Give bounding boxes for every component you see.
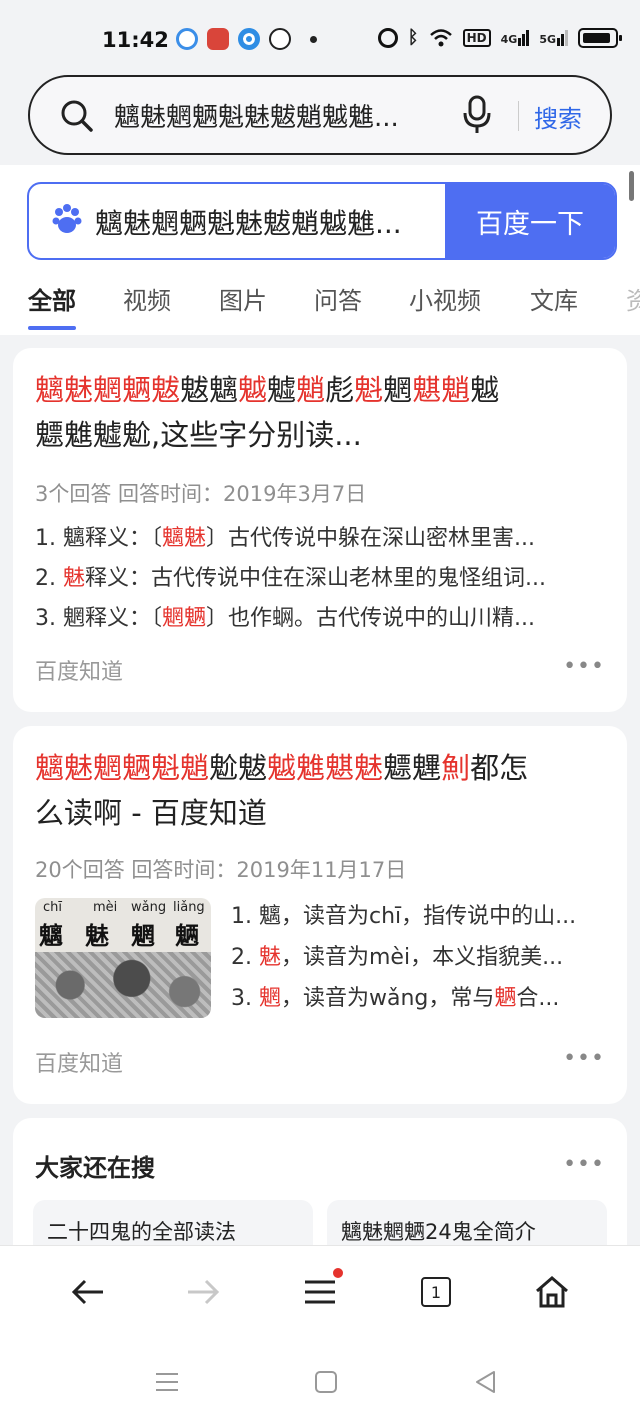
baidu-paw-icon <box>52 204 82 233</box>
search-divider <box>518 101 519 131</box>
status-bar: 11:42 ᛒ HD 4G 5G <box>0 0 640 80</box>
result-meta: 20个回答 回答时间：2019年11月17日 <box>35 858 407 882</box>
result-source[interactable]: 百度知道 <box>35 1046 123 1078</box>
more-notification-dot <box>310 35 317 43</box>
browser-search-input[interactable]: 魑魅魍魉魁魅魃魈魆魋... <box>114 97 434 134</box>
tab-library[interactable]: 文库 <box>530 281 578 316</box>
answer-line: 1. 魑释义：〔魑魅〕古代传说中躲在深山密林里害... <box>35 526 535 551</box>
title-highlight: 魑魅魍魉魃 <box>35 373 181 407</box>
more-options-icon[interactable]: ••• <box>563 1152 605 1177</box>
signal-4g-icon: 4G <box>501 29 530 46</box>
more-options-icon[interactable]: ••• <box>563 1046 605 1071</box>
bluetooth-icon: ᛒ <box>407 27 419 48</box>
alarm-icon <box>377 27 398 48</box>
home-button[interactable] <box>532 1272 572 1312</box>
tab-count-icon: 1 <box>421 1277 451 1307</box>
related-chip[interactable]: 二十四鬼的全部读法 <box>33 1200 313 1245</box>
result-tabs: 全部 视频 图片 问答 小视频 文库 资 <box>0 281 640 333</box>
menu-button[interactable] <box>300 1268 343 1312</box>
tab-qa[interactable]: 问答 <box>314 281 362 316</box>
menu-icon <box>305 1280 335 1304</box>
related-title: 大家还在搜 <box>35 1154 155 1182</box>
forward-button[interactable] <box>183 1272 223 1312</box>
app-notification-icon <box>176 28 198 50</box>
notification-icons <box>176 28 317 50</box>
tab-all[interactable]: 全部 <box>28 281 76 330</box>
chat-notification-icon <box>269 28 291 50</box>
related-searches: 大家还在搜 ••• 二十四鬼的全部读法 魑魅魍魉24鬼全简介 <box>13 1118 627 1245</box>
browser-search-bar[interactable]: 魑魅魍魉魁魅魃魈魆魋... 搜索 <box>28 75 612 155</box>
back-button[interactable] <box>68 1272 108 1312</box>
signal-5g-icon: 5G <box>539 29 568 46</box>
result-title[interactable]: 魑魅魍魉魁魈魀魃魆魋魌魅魒魓魝都怎 么读啊 - 百度知道 <box>35 746 605 836</box>
result-source[interactable]: 百度知道 <box>35 654 123 686</box>
more-options-icon[interactable]: ••• <box>563 654 605 679</box>
tab-images[interactable]: 图片 <box>219 281 267 316</box>
baidu-search-input[interactable]: 魑魅魍魉魁魅魃魈魆魋... <box>95 202 445 242</box>
result-meta: 3个回答 回答时间：2019年3月7日 <box>35 482 367 506</box>
baidu-header: 魑魅魍魉魁魅魃魈魆魋... 百度一下 全部 视频 图片 问答 小视频 文库 资 <box>0 165 640 335</box>
result-title-line2: 魒魋魖魀,这些字分别读... <box>35 418 362 452</box>
system-icons: ᛒ HD 4G 5G <box>377 27 622 48</box>
answer-line: 3. 魍释义：〔魍魉〕也作蛧。古代传说中的山川精... <box>35 606 535 631</box>
baidu-search-button[interactable]: 百度一下 <box>445 184 615 258</box>
recent-apps-icon[interactable] <box>154 1369 180 1395</box>
result-thumbnail[interactable]: chī mèi wǎng liǎng 魑 魅 魍 魉 <box>35 898 211 1018</box>
answer-line: 3. 魍，读音为wǎng，常与魉合... <box>231 986 560 1011</box>
tabs-button[interactable]: 1 <box>416 1272 456 1312</box>
result-card[interactable]: 魑魅魍魉魁魈魀魃魆魋魌魅魒魓魝都怎 么读啊 - 百度知道 20个回答 回答时间：… <box>13 726 627 1104</box>
wifi-icon <box>429 28 452 46</box>
answer-line: 1. 魑，读音为chī，指传说中的山... <box>231 904 577 929</box>
browser-toolbar: 1 <box>0 1245 640 1345</box>
hd-icon: HD <box>462 28 491 47</box>
status-time: 11:42 <box>102 28 169 52</box>
search-results-page[interactable]: 魑魅魍魉魁魅魃魈魆魋... 百度一下 全部 视频 图片 问答 小视频 文库 资 … <box>0 165 640 1245</box>
back-nav-icon[interactable] <box>473 1369 499 1395</box>
home-nav-icon[interactable] <box>313 1369 339 1395</box>
tab-video[interactable]: 视频 <box>123 281 171 316</box>
browser-notification-icon <box>238 28 260 50</box>
tab-more[interactable]: 资 <box>626 281 640 316</box>
thumbnail-artwork <box>35 952 211 1018</box>
result-card[interactable]: 魑魅魍魉魃魃魑魆魖魈彪魁魍魌魈魆 魒魋魖魀,这些字分别读... 3个回答 回答时… <box>13 348 627 712</box>
answer-line: 2. 魅释义：古代传说中住在深山老林里的鬼怪组词... <box>35 566 546 591</box>
arrow-right-icon <box>188 1279 220 1305</box>
answer-line: 2. 魅，读音为mèi，本义指貌美... <box>231 945 564 970</box>
page-scrollbar[interactable] <box>629 171 634 201</box>
related-chip[interactable]: 魑魅魍魉24鬼全简介 <box>327 1200 607 1245</box>
baidu-notification-icon <box>207 28 229 50</box>
system-nav-bar <box>0 1345 640 1422</box>
browser-search-button[interactable]: 搜索 <box>534 99 582 134</box>
result-title[interactable]: 魑魅魍魉魃魃魑魆魖魈彪魁魍魌魈魆 魒魋魖魀,这些字分别读... <box>35 368 605 458</box>
tab-short-video[interactable]: 小视频 <box>409 281 481 316</box>
search-icon <box>61 100 93 132</box>
notification-dot <box>333 1268 343 1278</box>
arrow-left-icon <box>71 1279 103 1305</box>
microphone-icon[interactable] <box>462 95 492 135</box>
baidu-search-box[interactable]: 魑魅魍魉魁魅魃魈魆魋... 百度一下 <box>27 182 617 260</box>
battery-icon <box>578 27 622 48</box>
home-icon <box>536 1276 568 1308</box>
